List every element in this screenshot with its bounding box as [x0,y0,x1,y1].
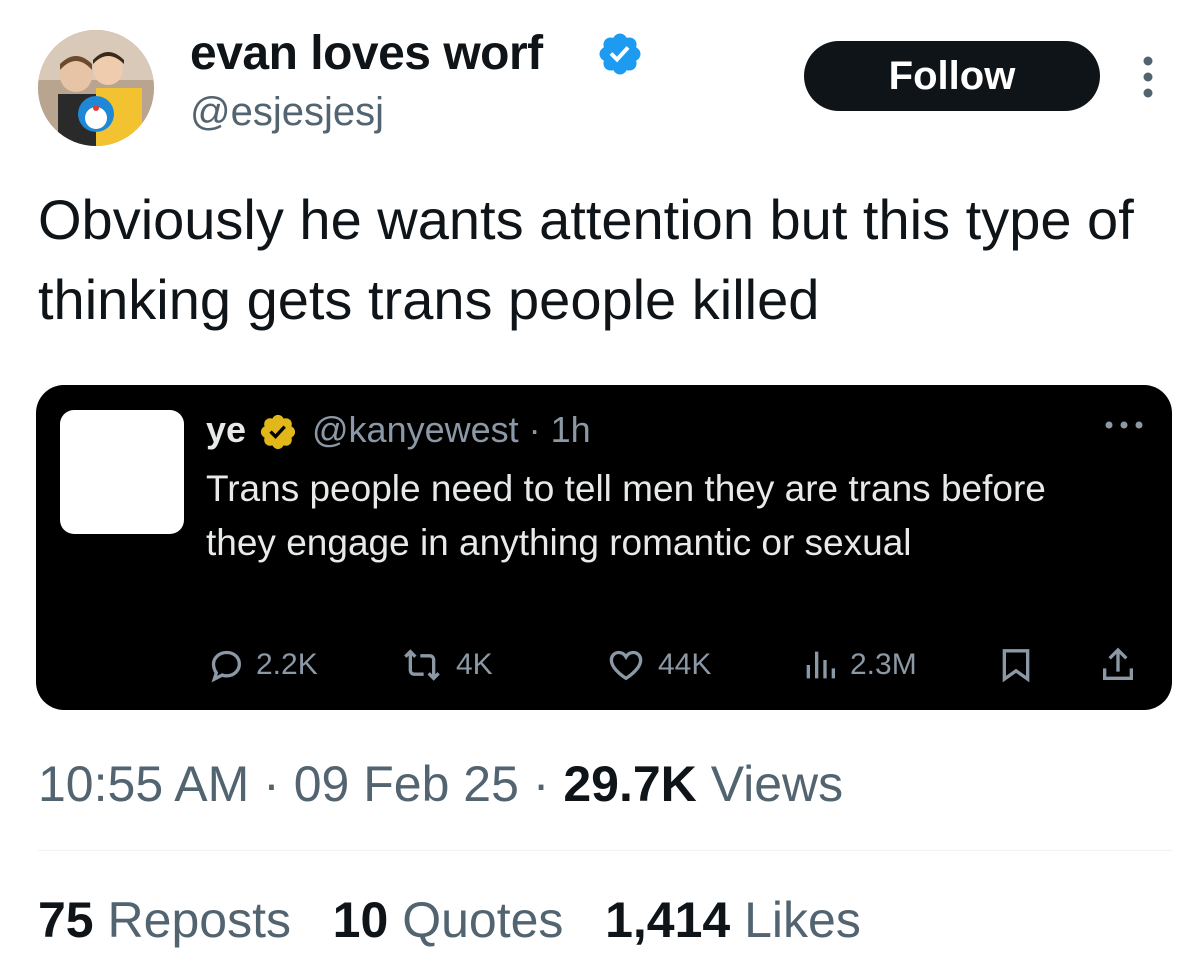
likes-stat[interactable]: 1,414 Likes [605,892,861,948]
quoted-author-handle-time[interactable]: @kanyewest · 1h [312,408,591,452]
author-handle[interactable]: @esjesjesj [190,86,384,138]
tweet-meta: 10:55 AM · 09 Feb 25 · 29.7K Views [38,752,843,816]
reposts-stat[interactable]: 75 Reposts [38,892,291,948]
tweet-views-label: Views [710,756,844,812]
reply-icon [211,650,242,683]
quoted-repost-count: 4K [456,648,493,681]
quotes-count: 10 [332,892,389,948]
quotes-stat[interactable]: 10 Quotes [333,892,564,948]
avatar-photo [38,30,154,146]
more-options-icon[interactable] [1138,54,1158,100]
quoted-reply-count: 2.2K [256,648,318,681]
heart-icon [609,650,643,681]
quoted-tweet-text: Trans people need to tell men they are t… [206,468,1046,563]
verified-badge-icon [596,30,644,78]
separator-dot: · [532,756,564,812]
tweet-views-count: 29.7K [563,756,697,812]
reposts-label: Reposts [107,892,291,948]
quoted-repost-action[interactable]: 4K [398,643,493,687]
repost-icon [404,649,440,681]
tweet-date[interactable]: 09 Feb 25 [294,756,519,812]
share-icon [1103,647,1133,680]
quoted-like-action[interactable]: 44K [604,643,711,687]
author-display-name[interactable]: evan loves worf [190,24,543,84]
quoted-bookmark-action[interactable] [996,643,1046,687]
quoted-views-action[interactable]: 2.3M [800,643,917,687]
quoted-author-name[interactable]: ye [206,408,246,452]
follow-button[interactable]: Follow [804,41,1100,111]
quoted-tweet-avatar[interactable] [60,410,184,534]
quoted-like-count: 44K [658,648,712,681]
author-avatar[interactable] [38,30,154,146]
tweet-stats: 75 Reposts 10 Quotes 1,414 Likes [38,888,861,952]
likes-count: 1,414 [605,892,731,948]
quoted-views-count: 2.3M [850,648,917,681]
quoted-more-options-icon[interactable] [1102,418,1146,432]
views-chart-icon [806,651,835,679]
tweet-text: Obviously he wants attention but this ty… [38,188,1134,331]
tweet-time[interactable]: 10:55 AM [38,756,249,812]
quoted-reply-action[interactable]: 2.2K [206,643,318,687]
bookmark-icon [1002,649,1030,683]
reposts-count: 75 [38,892,94,948]
gold-verified-badge-icon [258,412,298,452]
quotes-label: Quotes [402,892,564,948]
likes-label: Likes [744,892,861,948]
quoted-share-action[interactable] [1098,643,1148,687]
divider [38,850,1172,851]
separator-dot: · [263,756,294,812]
